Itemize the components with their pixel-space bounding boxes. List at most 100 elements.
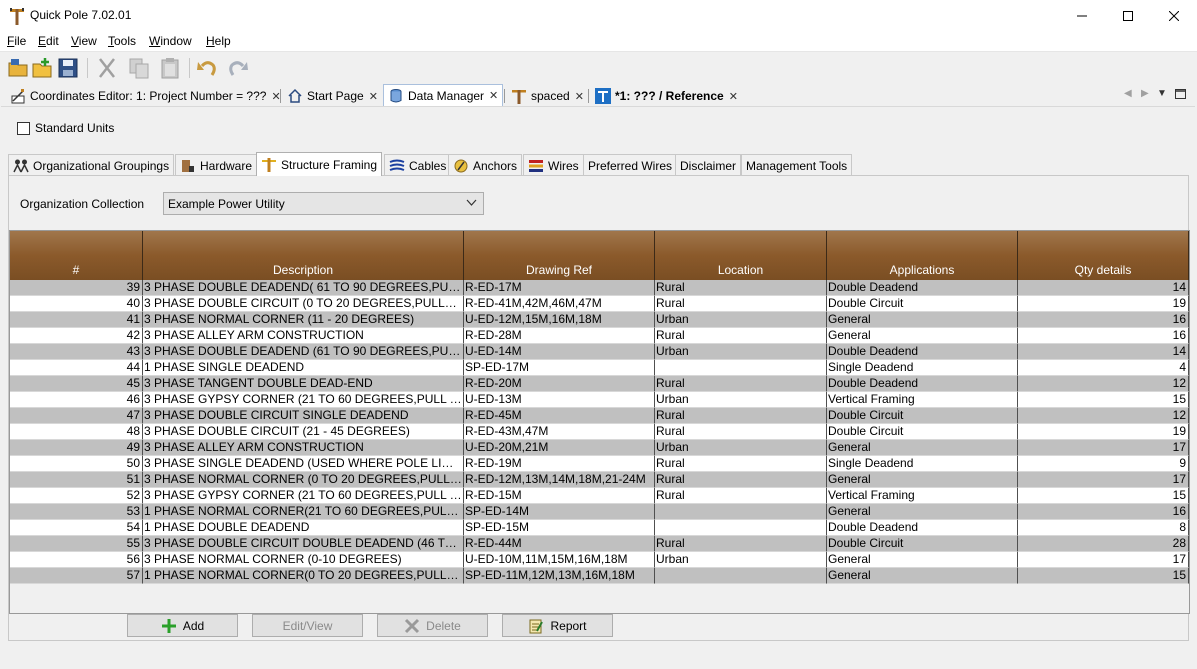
hardware-icon [182, 159, 194, 172]
table-cell: 19 [1018, 296, 1189, 312]
scroll-right-icon[interactable]: ▶ [1141, 88, 1149, 99]
standard-units-checkbox[interactable] [17, 121, 30, 135]
close-tab-icon[interactable]: ✕ [729, 90, 738, 103]
organization-collection-select[interactable]: Example Power Utility [163, 192, 484, 215]
menu-file[interactable]: File [7, 34, 26, 48]
table-row[interactable]: 50 3 PHASE SINGLE DEADEND (USED WHERE POL… [10, 456, 1189, 472]
column-header-description[interactable]: Description [143, 231, 464, 280]
delete-button-label: Delete [426, 618, 461, 633]
tab-start-page[interactable]: Start Page ✕ [283, 86, 382, 106]
tab-list-dropdown-icon[interactable]: ▼ [1157, 88, 1167, 99]
menu-edit[interactable]: Edit [38, 34, 59, 48]
tab-wires[interactable]: Wires [523, 154, 584, 176]
coordinates-editor-icon [11, 89, 25, 104]
add-button[interactable]: Add [127, 614, 238, 637]
table-row[interactable]: 52 3 PHASE GYPSY CORNER (21 TO 60 DEGREES… [10, 488, 1189, 504]
tab-data-manager[interactable]: Data Manager ✕ [383, 84, 504, 106]
table-cell: 41 [10, 312, 143, 328]
table-row[interactable]: 57 1 PHASE NORMAL CORNER(0 TO 20 DEGREES,… [10, 568, 1189, 584]
tab-disclaimer[interactable]: Disclaimer [675, 154, 742, 176]
table-row[interactable]: 42 3 PHASE ALLEY ARM CONSTRUCTION R-ED-28M… [10, 328, 1189, 344]
menu-help[interactable]: Help [206, 34, 231, 48]
table-row[interactable]: 43 3 PHASE DOUBLE DEADEND (61 TO 90 DEGRE… [10, 344, 1189, 360]
delete-button[interactable]: Delete [377, 614, 488, 637]
scroll-left-icon[interactable]: ◀ [1124, 88, 1132, 99]
menu-view[interactable]: View [71, 34, 97, 48]
structure-framing-table[interactable]: # Description Drawing Ref Location Appli… [9, 230, 1190, 614]
table-row[interactable]: 39 3 PHASE DOUBLE DEADEND( 61 TO 90 DEGRE… [10, 280, 1189, 296]
table-row[interactable]: 41 3 PHASE NORMAL CORNER (11 - 20 DEGREES… [10, 312, 1189, 328]
menu-window[interactable]: Window [149, 34, 192, 48]
delete-x-icon [405, 618, 420, 633]
tab-reference[interactable]: *1: ??? / Reference ✕ [591, 86, 742, 106]
close-tab-icon[interactable]: ✕ [369, 90, 378, 103]
table-cell: Rural [655, 424, 827, 440]
tab-anchors[interactable]: Anchors [448, 154, 523, 176]
table-cell: 3 PHASE GYPSY CORNER (21 TO 60 DEGREES,P… [143, 488, 464, 504]
table-row[interactable]: 45 3 PHASE TANGENT DOUBLE DEAD-END R-ED-20… [10, 376, 1189, 392]
table-row[interactable]: 56 3 PHASE NORMAL CORNER (0-10 DEGREES) U-… [10, 552, 1189, 568]
copy-icon[interactable] [127, 56, 151, 80]
table-cell: Double Deadend [827, 520, 1018, 536]
table-cell: General [827, 440, 1018, 456]
tab-label: spaced [531, 89, 570, 103]
table-cell [655, 568, 827, 584]
table-cell: 1 PHASE NORMAL CORNER(0 TO 20 DEGREES,PU… [143, 568, 464, 584]
column-header-applications[interactable]: Applications [827, 231, 1018, 280]
column-header-index[interactable]: # [10, 231, 143, 280]
close-tab-icon[interactable]: ✕ [489, 89, 498, 102]
paste-icon[interactable] [158, 56, 182, 80]
open-folder-icon[interactable] [7, 56, 31, 80]
tab-preferred-wires[interactable]: Preferred Wires [583, 154, 678, 176]
tab-organizational-groupings[interactable]: Organizational Groupings [8, 154, 175, 176]
tab-spaced[interactable]: spaced ✕ [507, 86, 588, 106]
table-cell: Urban [655, 344, 827, 360]
save-icon[interactable] [56, 56, 80, 80]
menu-bar: File Edit View Tools Window Help [0, 31, 1197, 52]
table-row[interactable]: 44 1 PHASE SINGLE DEADEND SP-ED-17M Single … [10, 360, 1189, 376]
close-tab-icon[interactable]: ✕ [575, 90, 584, 103]
table-row[interactable]: 55 3 PHASE DOUBLE CIRCUIT DOUBLE DEADEND … [10, 536, 1189, 552]
tab-management-tools[interactable]: Management Tools [741, 154, 853, 176]
undo-icon[interactable] [195, 56, 219, 80]
edit-view-button[interactable]: Edit/View [252, 614, 363, 637]
toolbar-separator [189, 58, 190, 78]
tab-hardware[interactable]: Hardware [175, 154, 258, 176]
column-header-location[interactable]: Location [655, 231, 827, 280]
table-row[interactable]: 54 1 PHASE DOUBLE DEADEND SP-ED-15M Double … [10, 520, 1189, 536]
table-row[interactable]: 47 3 PHASE DOUBLE CIRCUIT SINGLE DEADEND R… [10, 408, 1189, 424]
table-row[interactable]: 53 1 PHASE NORMAL CORNER(21 TO 60 DEGREES… [10, 504, 1189, 520]
plus-icon [161, 618, 176, 633]
table-row[interactable]: 46 3 PHASE GYPSY CORNER (21 TO 60 DEGREES… [10, 392, 1189, 408]
table-row[interactable]: 51 3 PHASE NORMAL CORNER (0 TO 20 DEGREES… [10, 472, 1189, 488]
table-cell: 54 [10, 520, 143, 536]
standard-units-checkbox-row[interactable]: Standard Units [17, 121, 114, 135]
table-cell: Vertical Framing [827, 392, 1018, 408]
table-cell: 3 PHASE DOUBLE CIRCUIT SINGLE DEADEND [143, 408, 464, 424]
column-header-qty-details[interactable]: Qty details [1018, 231, 1189, 280]
minimize-button[interactable] [1059, 0, 1105, 31]
table-cell: 51 [10, 472, 143, 488]
table-cell: 14 [1018, 280, 1189, 296]
table-cell: Single Deadend [827, 456, 1018, 472]
tab-coordinates-editor[interactable]: Coordinates Editor: 1: Project Number = … [6, 86, 285, 106]
table-row[interactable]: 40 3 PHASE DOUBLE CIRCUIT (0 TO 20 DEGREE… [10, 296, 1189, 312]
restore-panel-icon[interactable] [1175, 89, 1186, 99]
close-button[interactable] [1151, 0, 1197, 31]
table-cell: 57 [10, 568, 143, 584]
table-cell: 53 [10, 504, 143, 520]
column-header-drawing-ref[interactable]: Drawing Ref [464, 231, 655, 280]
tab-structure-framing[interactable]: Structure Framing [256, 152, 383, 176]
table-row[interactable]: 49 3 PHASE ALLEY ARM CONSTRUCTION U-ED-20M… [10, 440, 1189, 456]
table-row[interactable]: 48 3 PHASE DOUBLE CIRCUIT (21 - 45 DEGREE… [10, 424, 1189, 440]
maximize-button[interactable] [1105, 0, 1151, 31]
table-cell: 50 [10, 456, 143, 472]
menu-tools[interactable]: Tools [108, 34, 136, 48]
tab-cables[interactable]: Cables [384, 154, 452, 176]
report-button[interactable]: Report [502, 614, 613, 637]
structure-framing-icon [262, 157, 276, 172]
table-cell: 14 [1018, 344, 1189, 360]
cut-icon[interactable] [95, 56, 119, 80]
redo-icon[interactable] [226, 56, 250, 80]
new-folder-icon[interactable] [31, 56, 55, 80]
